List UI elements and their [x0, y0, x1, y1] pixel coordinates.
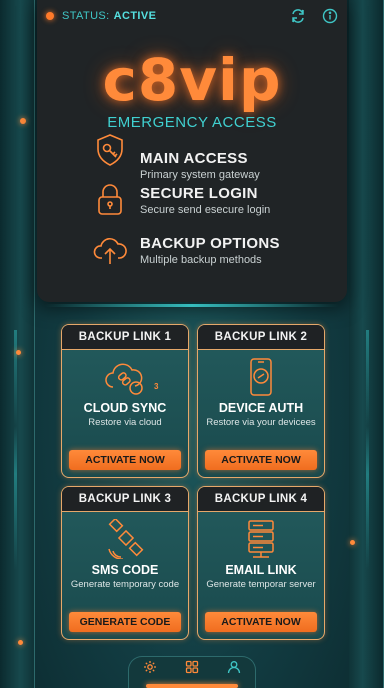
card-title: DEVICE AUTH — [218, 401, 304, 415]
nav-settings[interactable] — [143, 660, 157, 679]
refresh-icon — [292, 9, 304, 23]
decor-dot — [350, 540, 355, 545]
card-desc: Restore via your devicees — [206, 417, 316, 428]
menu-title: BACKUP OPTIONS — [140, 234, 280, 252]
card-header: BACKUP LINK 2 — [198, 325, 324, 350]
card-title: SMS CODE — [91, 563, 159, 577]
activate-button[interactable]: ACTIVATE NOW — [205, 612, 317, 632]
refresh-button[interactable] — [290, 8, 306, 29]
server-icon — [248, 520, 274, 558]
decor-dot — [18, 640, 23, 645]
card-badge: 3 — [154, 382, 159, 391]
decor-dot — [16, 350, 21, 355]
card-desc: Generate temporary code — [70, 579, 180, 590]
activate-button[interactable]: ACTIVATE NOW — [205, 450, 317, 470]
card-desc: Generate temporar server — [206, 579, 316, 590]
menu-title: SECURE LOGIN — [140, 184, 258, 202]
card-title: CLOUD SYNC — [83, 401, 167, 415]
divider-glow — [45, 304, 339, 307]
satellite-icon — [108, 519, 144, 559]
menu-desc: Secure send esecure login — [140, 203, 271, 216]
card-title: EMAIL LINK — [225, 563, 297, 577]
menu-title: MAIN ACCESS — [140, 150, 248, 167]
cloud-upload-icon — [93, 238, 127, 264]
cloud-link-icon — [105, 363, 143, 395]
info-icon — [322, 8, 338, 24]
top-actions — [290, 8, 338, 29]
nav-user[interactable] — [227, 660, 241, 679]
page-subtitle: EMERGENCY ACCESS — [107, 114, 277, 131]
status-dot-icon — [46, 12, 54, 20]
card-header: BACKUP LINK 1 — [62, 325, 188, 350]
brand-logo: c8vip — [102, 46, 282, 114]
user-icon — [227, 661, 241, 674]
activate-button[interactable]: ACTIVATE NOW — [69, 450, 181, 470]
home-indicator — [146, 684, 238, 688]
status-label: STATUS: — [62, 10, 110, 22]
backup-card-device-auth: BACKUP LINK 2 DEVICE AUTH Restore via yo… — [197, 324, 325, 478]
menu-desc: Multiple backup methods — [140, 253, 262, 266]
shield-key-icon — [97, 134, 123, 166]
status-indicator: STATUS: ACTIVE — [46, 10, 156, 22]
lock-icon — [98, 184, 122, 215]
settings-icon — [144, 661, 156, 673]
generate-code-button[interactable]: GENERATE CODE — [69, 612, 181, 632]
info-button[interactable] — [322, 8, 338, 29]
menu-desc: Primary system gateway — [140, 169, 260, 181]
phone-link-icon — [250, 358, 272, 396]
backup-card-sms-code: BACKUP LINK 3 SMS CODE Generate temporar… — [61, 486, 189, 640]
card-header: BACKUP LINK 4 — [198, 487, 324, 512]
status-value: ACTIVE — [113, 10, 157, 22]
card-header: BACKUP LINK 3 — [62, 487, 188, 512]
backup-card-email-link: BACKUP LINK 4 EMAIL LINK Generate tempor… — [197, 486, 325, 640]
nav-grid[interactable] — [185, 660, 199, 679]
card-desc: Restore via cloud — [88, 417, 162, 428]
backup-card-cloud-sync: BACKUP LINK 1 3 CLOUD SYNC Restore via c… — [61, 324, 189, 478]
grid-icon — [185, 660, 199, 674]
